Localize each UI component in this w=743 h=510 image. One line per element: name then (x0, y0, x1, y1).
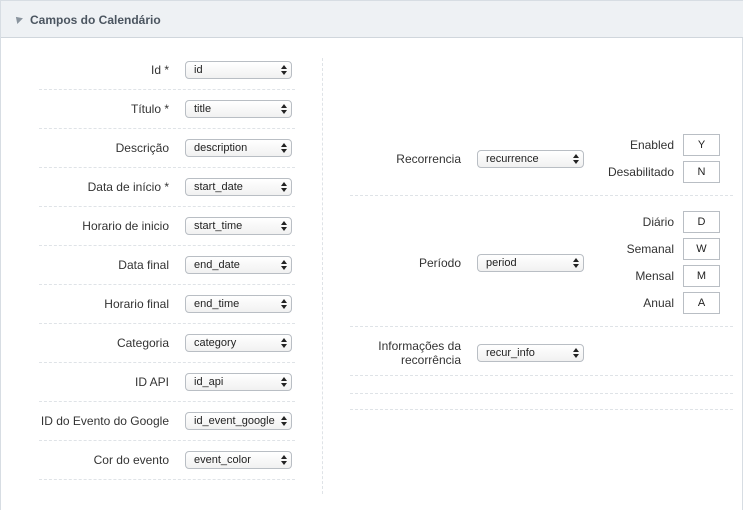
select-value: period (486, 257, 517, 269)
field-select-end-time[interactable]: end_time (185, 295, 292, 313)
period-weekly-label: Semanal (626, 242, 674, 256)
field-row-category: Categoria category (39, 324, 295, 363)
recur-info-select[interactable]: recur_info (477, 344, 584, 362)
select-arrows-icon (281, 377, 287, 387)
field-row-id-event-google: ID do Evento do Google id_event_google (39, 402, 295, 441)
field-select-category[interactable]: category (185, 334, 292, 352)
select-value: recurrence (486, 153, 539, 165)
select-value: id (194, 64, 203, 76)
recurrence-label: Recorrencia (396, 152, 461, 166)
select-arrows-icon (281, 338, 287, 348)
recurrence-disabled-label: Desabilitado (607, 165, 674, 179)
select-arrows-icon (281, 182, 287, 192)
recurrence-select[interactable]: recurrence (477, 150, 584, 168)
field-label: Categoria (116, 336, 169, 350)
field-select-id-event-google[interactable]: id_event_google (185, 412, 292, 430)
row-separator (350, 409, 733, 410)
select-arrows-icon (573, 154, 579, 164)
select-arrows-icon (281, 65, 287, 75)
field-select-description[interactable]: description (185, 139, 292, 157)
select-arrows-icon (281, 260, 287, 270)
field-label: Id * (150, 63, 169, 77)
select-value: event_color (194, 454, 251, 466)
column-divider (322, 58, 323, 494)
select-value: start_time (194, 220, 243, 232)
select-value: title (194, 103, 212, 115)
period-monthly-input[interactable]: M (683, 265, 720, 287)
period-weekly-input[interactable]: W (683, 238, 720, 260)
select-value: start_date (194, 181, 243, 193)
field-select-id[interactable]: id (185, 61, 292, 79)
row-separator (350, 393, 733, 394)
field-row-title: Título * title (39, 90, 295, 129)
select-value: end_time (194, 298, 240, 310)
field-select-start-time[interactable]: start_time (185, 217, 292, 235)
field-select-event-color[interactable]: event_color (185, 451, 292, 469)
field-label: Horario de inicio (82, 219, 169, 233)
recur-info-label-line1: Informações da (378, 339, 461, 353)
period-yearly-label: Anual (643, 296, 674, 310)
select-arrows-icon (281, 416, 287, 426)
period-select[interactable]: period (477, 254, 584, 272)
field-label: Horario final (104, 297, 169, 311)
select-arrows-icon (281, 104, 287, 114)
field-label: ID API (134, 375, 169, 389)
select-value: id_api (194, 376, 224, 388)
select-value: id_event_google (194, 415, 275, 427)
field-row-description: Descrição description (39, 129, 295, 168)
select-value: category (194, 337, 237, 349)
period-yearly-input[interactable]: A (683, 292, 720, 314)
field-select-title[interactable]: title (185, 100, 292, 118)
collapse-triangle-icon[interactable] (13, 14, 23, 24)
panel-title: Campos do Calendário (30, 13, 161, 27)
select-arrows-icon (281, 455, 287, 465)
field-select-id-api[interactable]: id_api (185, 373, 292, 391)
field-label: Data de início * (87, 180, 169, 194)
select-value: recur_info (486, 347, 535, 359)
period-monthly-label: Mensal (635, 269, 674, 283)
recur-info-label: Informações da recorrência (378, 339, 461, 367)
select-arrows-icon (281, 299, 287, 309)
field-select-start-date[interactable]: start_date (185, 178, 292, 196)
field-select-end-date[interactable]: end_date (185, 256, 292, 274)
select-arrows-icon (281, 221, 287, 231)
select-arrows-icon (281, 143, 287, 153)
field-label: Cor do evento (93, 453, 169, 467)
period-daily-label: Diário (642, 215, 674, 229)
select-arrows-icon (573, 348, 579, 358)
period-label: Período (418, 256, 461, 270)
recurrence-disabled-input[interactable]: N (683, 161, 720, 183)
recur-info-label-line2: recorrência (400, 353, 461, 367)
field-row-start-time: Horario de inicio start_time (39, 207, 295, 246)
field-row-id-api: ID API id_api (39, 363, 295, 402)
row-separator (350, 375, 733, 376)
field-row-id: Id * id (39, 51, 295, 90)
field-label: Descrição (115, 141, 169, 155)
row-separator (350, 326, 733, 327)
recurrence-enabled-label: Enabled (629, 138, 674, 152)
field-row-end-date: Data final end_date (39, 246, 295, 285)
row-separator (350, 195, 733, 196)
select-value: end_date (194, 259, 240, 271)
field-label: Data final (118, 258, 169, 272)
recurrence-enabled-input[interactable]: Y (683, 134, 720, 156)
calendar-fields-panel: Campos do Calendário Id * id Título * ti… (0, 0, 743, 510)
select-value: description (194, 142, 248, 154)
field-row-start-date: Data de início * start_date (39, 168, 295, 207)
field-label: Título * (130, 102, 169, 116)
field-row-event-color: Cor do evento event_color (39, 441, 295, 480)
select-arrows-icon (573, 258, 579, 268)
period-daily-input[interactable]: D (683, 211, 720, 233)
panel-header[interactable]: Campos do Calendário (1, 0, 743, 38)
field-row-end-time: Horario final end_time (39, 285, 295, 324)
field-label: ID do Evento do Google (40, 414, 169, 428)
